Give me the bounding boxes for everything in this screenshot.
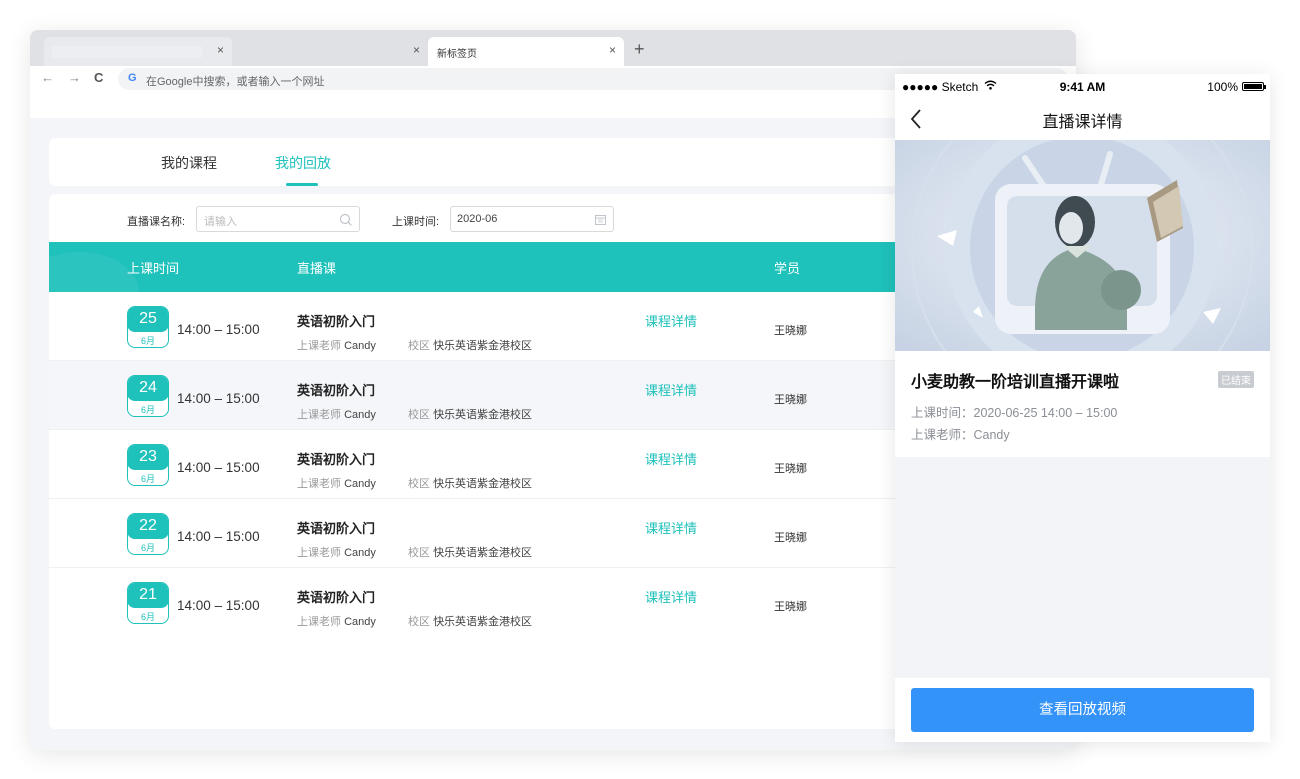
status-badge: 已结束 xyxy=(1218,371,1254,388)
course-detail-link[interactable]: 课程详情 xyxy=(645,518,697,537)
battery-percent: 100% xyxy=(1207,80,1238,94)
date-badge: 22 6月 xyxy=(127,513,169,555)
tab-title-blurred xyxy=(52,46,202,58)
date-badge: 25 6月 xyxy=(127,306,169,348)
calendar-icon[interactable] xyxy=(595,214,606,225)
omnibox-placeholder: 在Google中搜索，或者输入一个网址 xyxy=(146,76,325,88)
header-decoration xyxy=(49,252,139,292)
campus-info: 校区 快乐英语紫金港校区 xyxy=(408,547,533,559)
campus-info: 校区 快乐英语紫金港校区 xyxy=(408,478,533,490)
course-teacher-line: 上课老师：Candy xyxy=(911,428,1010,442)
student-name: 王晓娜 xyxy=(774,601,807,613)
campus-info: 校区 快乐英语紫金港校区 xyxy=(408,616,533,628)
teacher-info: 上课老师 Candy xyxy=(297,547,376,559)
date-day: 22 xyxy=(128,514,168,539)
class-time: 14:00 – 15:00 xyxy=(177,598,260,613)
close-icon[interactable]: × xyxy=(413,43,420,57)
teacher-info: 上课老师 Candy xyxy=(297,478,376,490)
date-badge: 24 6月 xyxy=(127,375,169,417)
student-name: 王晓娜 xyxy=(774,394,807,406)
class-time-picker[interactable]: 2020-06 xyxy=(450,206,614,232)
new-tab-icon[interactable]: + xyxy=(634,40,645,58)
search-icon[interactable] xyxy=(339,213,353,227)
back-arrow-icon[interactable]: ← xyxy=(41,71,54,85)
date-day: 24 xyxy=(128,376,168,401)
tab-bar: × × 新标签页 × + xyxy=(30,30,1076,66)
date-badge: 23 6月 xyxy=(127,444,169,486)
course-name: 英语初阶入门 xyxy=(297,521,376,536)
class-time: 14:00 – 15:00 xyxy=(177,391,260,406)
view-replay-button[interactable]: 查看回放视频 xyxy=(911,688,1254,732)
course-name-input[interactable]: 请输入 xyxy=(196,206,360,232)
date-month: 6月 xyxy=(140,474,155,484)
header-class-time: 上课时间 xyxy=(127,261,180,276)
tab-title: 新标签页 xyxy=(437,49,477,60)
browser-tab-active[interactable]: 新标签页 × xyxy=(428,37,624,66)
reload-icon[interactable]: C xyxy=(94,71,103,85)
close-icon[interactable]: × xyxy=(609,43,616,57)
course-detail-link[interactable]: 课程详情 xyxy=(645,587,697,606)
teacher-info: 上课老师 Candy xyxy=(297,616,376,628)
course-info-panel: 小麦助教一阶培训直播开课啦 已结束 上课时间：2020-06-25 14:00 … xyxy=(895,351,1270,457)
course-detail-link[interactable]: 课程详情 xyxy=(645,311,697,330)
class-time: 14:00 – 15:00 xyxy=(177,460,260,475)
campus-info: 校区 快乐英语紫金港校区 xyxy=(408,409,533,421)
google-icon: G xyxy=(128,72,137,84)
bottom-action-area: 查看回放视频 xyxy=(895,678,1270,742)
teacher-tv-illustration xyxy=(895,140,1270,351)
date-day: 21 xyxy=(128,583,168,608)
tab-my-replays[interactable]: 我的回放 xyxy=(275,153,331,173)
browser-tab-2[interactable]: × xyxy=(240,37,428,66)
class-time: 14:00 – 15:00 xyxy=(177,529,260,544)
date-day: 25 xyxy=(128,307,168,332)
status-bar: ●●●●● Sketch 9:41 AM 100% xyxy=(895,74,1270,98)
close-icon[interactable]: × xyxy=(217,43,224,57)
student-name: 王晓娜 xyxy=(774,532,807,544)
mobile-preview: ●●●●● Sketch 9:41 AM 100% 直播课详情 小麦助教一阶培训… xyxy=(895,74,1270,742)
active-tab-indicator xyxy=(286,183,318,186)
date-month: 6月 xyxy=(140,336,155,346)
teacher-info: 上课老师 Candy xyxy=(297,409,376,421)
course-cover-illustration xyxy=(895,140,1270,351)
date-day: 23 xyxy=(128,445,168,470)
tab-my-courses[interactable]: 我的课程 xyxy=(161,153,217,173)
course-detail-link[interactable]: 课程详情 xyxy=(645,380,697,399)
course-detail-link[interactable]: 课程详情 xyxy=(645,449,697,468)
student-name: 王晓娜 xyxy=(774,463,807,475)
course-name: 英语初阶入门 xyxy=(297,314,376,329)
header-student: 学员 xyxy=(774,261,801,276)
browser-tab-1[interactable]: × xyxy=(44,37,232,66)
forward-arrow-icon[interactable]: → xyxy=(68,71,81,85)
class-time-value: 2020-06 xyxy=(457,213,498,225)
class-time: 14:00 – 15:00 xyxy=(177,322,260,337)
battery-icon xyxy=(1242,82,1266,91)
campus-info: 校区 快乐英语紫金港校区 xyxy=(408,340,533,352)
date-month: 6月 xyxy=(140,612,155,622)
course-name: 英语初阶入门 xyxy=(297,383,376,398)
header-live-course: 直播课 xyxy=(297,261,337,276)
date-badge: 21 6月 xyxy=(127,582,169,624)
student-name: 王晓娜 xyxy=(774,325,807,337)
course-time-line: 上课时间：2020-06-25 14:00 – 15:00 xyxy=(911,406,1118,420)
teacher-info: 上课老师 Candy xyxy=(297,340,376,352)
course-name: 英语初阶入门 xyxy=(297,452,376,467)
class-time-label: 上课时间: xyxy=(392,216,440,228)
course-title: 小麦助教一阶培训直播开课啦 xyxy=(911,374,1120,391)
nav-bar: 直播课详情 xyxy=(895,98,1270,140)
date-month: 6月 xyxy=(140,405,155,415)
course-name: 英语初阶入门 xyxy=(297,590,376,605)
course-name-label: 直播课名称: xyxy=(127,216,186,228)
course-name-placeholder: 请输入 xyxy=(204,216,237,228)
date-month: 6月 xyxy=(140,543,155,553)
nav-title: 直播课详情 xyxy=(1042,114,1123,131)
